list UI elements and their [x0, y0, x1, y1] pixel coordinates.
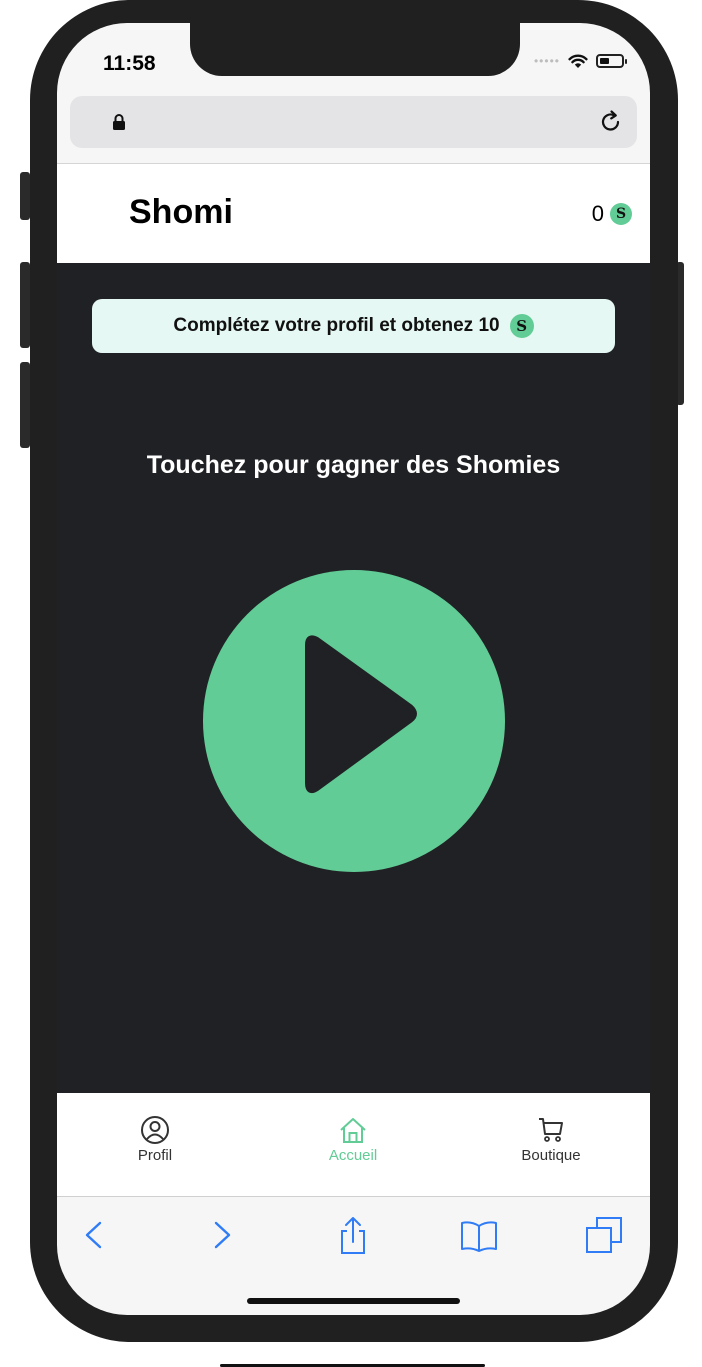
home-indicator — [247, 1298, 460, 1304]
play-button[interactable] — [203, 570, 505, 872]
reload-icon[interactable] — [597, 108, 625, 136]
coin-balance: 0 S — [592, 201, 632, 227]
tab-boutique[interactable]: Boutique — [491, 1115, 611, 1164]
notch — [190, 23, 520, 76]
phone-screen: 11:58 ••••• Shomi 0 S Complétez votre pr… — [57, 23, 650, 1315]
battery-icon — [596, 54, 627, 68]
status-time: 11:58 — [103, 52, 156, 75]
tap-instruction: Touchez pour gagner des Shomies — [146, 451, 561, 479]
volume-down-button — [20, 362, 30, 448]
bookmarks-icon[interactable] — [459, 1215, 499, 1255]
shomi-coin-icon: S — [610, 203, 632, 225]
complete-profile-banner[interactable]: Complétez votre profil et obtenez 10 S — [92, 299, 615, 353]
tab-label: Profil — [137, 1147, 173, 1164]
address-bar[interactable] — [70, 96, 637, 148]
cart-icon — [539, 1118, 563, 1142]
app-header: Shomi 0 S — [57, 164, 650, 263]
tab-accueil[interactable]: Accueil — [293, 1115, 413, 1164]
silent-switch — [20, 172, 30, 220]
main-content: Complétez votre profil et obtenez 10 S T… — [57, 263, 650, 1093]
tab-label: Accueil — [328, 1147, 378, 1164]
app-title: Shomi — [129, 193, 233, 231]
balance-value: 0 — [591, 201, 604, 226]
tab-profil[interactable]: Profil — [95, 1115, 215, 1164]
home-icon — [340, 1118, 366, 1143]
forward-icon[interactable] — [201, 1215, 241, 1255]
share-icon[interactable] — [333, 1215, 373, 1255]
shomi-coin-icon: S — [509, 314, 534, 338]
cellular-signal-icon: ••••• — [533, 54, 560, 68]
play-icon — [305, 635, 417, 794]
tab-label: Boutique — [521, 1147, 581, 1164]
banner-text: Complétez votre profil et obtenez 10 — [173, 315, 500, 336]
back-icon[interactable] — [75, 1215, 115, 1255]
tabs-icon[interactable] — [584, 1215, 624, 1255]
lock-icon — [113, 114, 125, 130]
wifi-icon — [568, 54, 588, 68]
user-circle-icon — [141, 1116, 169, 1144]
status-indicators: ••••• — [533, 53, 627, 69]
volume-up-button — [20, 262, 30, 348]
bottom-tab-bar: Profil Accueil Boutique — [57, 1093, 650, 1196]
